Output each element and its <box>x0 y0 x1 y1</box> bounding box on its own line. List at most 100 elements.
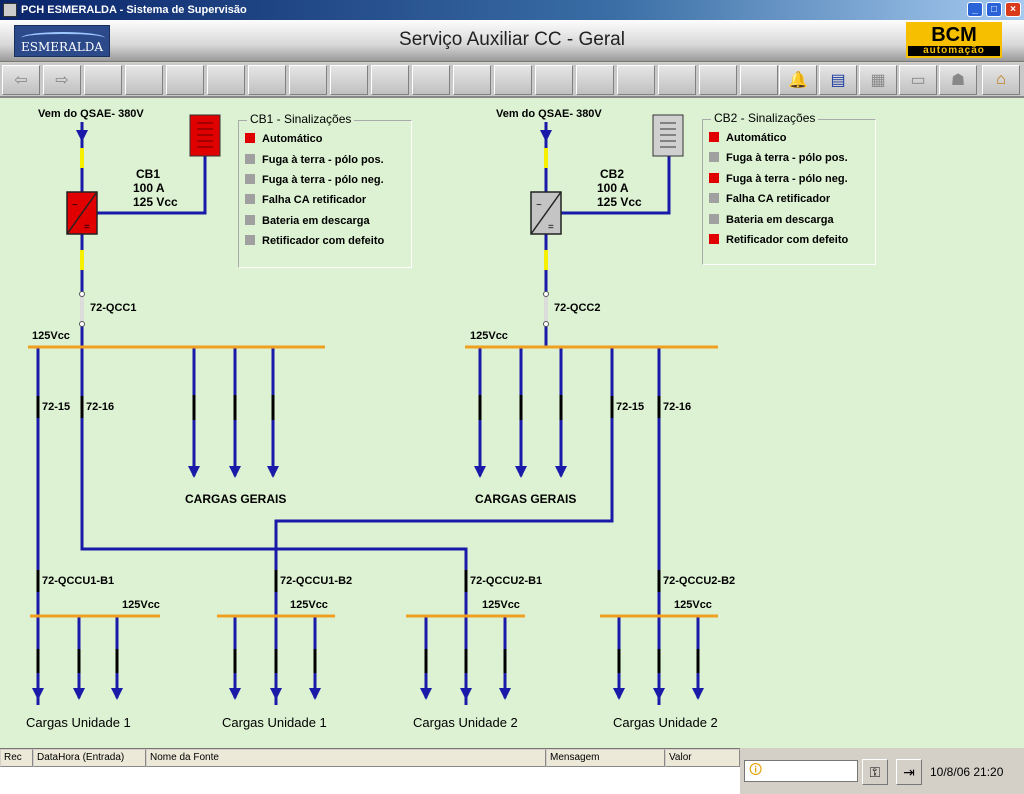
cb2-signal: Fuga à terra - pólo neg. <box>709 173 848 185</box>
toolbar-slot-2[interactable] <box>125 65 163 95</box>
status-area: 🛈 ⚿ ⇥ 10/8/06 21:20 <box>740 748 1024 794</box>
toolbar-slot-10[interactable] <box>453 65 491 95</box>
unit-2a-bus: 125Vcc <box>482 599 520 611</box>
column-header-mensagem[interactable]: Mensagem <box>546 749 665 767</box>
cb1-signal: Falha CA retificador <box>245 194 366 206</box>
column-header-fonte[interactable]: Nome da Fonte <box>146 749 546 767</box>
key-icon[interactable]: ⚿ <box>862 759 888 785</box>
status-input[interactable]: 🛈 <box>744 760 858 782</box>
unit-1a-loads: Cargas Unidade 1 <box>26 715 131 730</box>
cb2-signal: Retificador com defeito <box>709 234 848 246</box>
toolbar-slot-16[interactable] <box>699 65 737 95</box>
app-icon <box>3 3 17 17</box>
cb2-signals-panel: CB2 - Sinalizações Automático Fuga à ter… <box>702 111 876 265</box>
cb1-signal: Bateria em descarga <box>245 215 370 227</box>
cb2-cargas-gerais: CARGAS GERAIS <box>475 492 577 506</box>
svg-text:~: ~ <box>72 200 78 211</box>
toolbar-slot-6[interactable] <box>289 65 327 95</box>
cb1-current: 100 A <box>133 181 165 195</box>
cb1-signals-title: CB1 - Sinalizações <box>247 112 355 126</box>
unit-2a-loads: Cargas Unidade 2 <box>413 715 518 730</box>
toolbar-slot-5[interactable] <box>248 65 286 95</box>
cb1-charger-label: CB1 <box>136 167 161 181</box>
forward-arrow-icon[interactable]: ⇨ <box>43 65 81 95</box>
unit-1b-bus: 125Vcc <box>290 599 328 611</box>
svg-text:=: = <box>548 222 554 233</box>
cb1-cargas-gerais: CARGAS GERAIS <box>185 492 287 506</box>
toolbar-slot-14[interactable] <box>617 65 655 95</box>
diagram-canvas: ~ = ~ = Vem do QSAE- 380V CB1 100 A 125 … <box>0 98 1024 748</box>
cb2-signal: Fuga à terra - pólo pos. <box>709 152 848 164</box>
unit-1b-loads: Cargas Unidade 1 <box>222 715 327 730</box>
maximize-button[interactable]: □ <box>986 2 1002 17</box>
logout-icon[interactable]: ⇥ <box>896 759 922 785</box>
column-header-datahora[interactable]: DataHora (Entrada) <box>33 749 146 767</box>
cb1-bus-label: 125Vcc <box>32 330 70 342</box>
toolbar-slot-7[interactable] <box>330 65 368 95</box>
toolbar-slot-12[interactable] <box>535 65 573 95</box>
cb1-charger-icon: ~ = <box>66 191 98 235</box>
svg-text:~: ~ <box>536 200 542 211</box>
event-list[interactable]: Rec DataHora (Entrada) Nome da Fonte Men… <box>0 748 740 794</box>
alarm-indicator-icon <box>709 173 719 183</box>
cb2-current: 100 A <box>597 181 629 195</box>
normal-indicator-icon <box>245 194 255 204</box>
unit-1a-bus: 125Vcc <box>122 599 160 611</box>
home-icon[interactable]: ⌂ <box>982 65 1020 95</box>
user-icon: 🛈 <box>749 762 763 777</box>
cb1-feeder-72-16: 72-16 <box>86 401 115 413</box>
toolbar-slot-9[interactable] <box>412 65 450 95</box>
back-arrow-icon[interactable]: ⇦ <box>2 65 40 95</box>
users-icon[interactable]: ☗ <box>939 65 977 95</box>
cb2-panel-icon <box>652 114 684 157</box>
toolbar-slot-13[interactable] <box>576 65 614 95</box>
page-title: Serviço Auxiliar CC - Geral <box>399 29 625 50</box>
toolbar-slot-1[interactable] <box>84 65 122 95</box>
unit-2b-loads: Cargas Unidade 2 <box>613 715 718 730</box>
window-icon[interactable]: ▭ <box>899 65 937 95</box>
cb2-signal: Bateria em descarga <box>709 214 834 226</box>
normal-indicator-icon <box>709 214 719 224</box>
toolbar-slot-17[interactable] <box>740 65 778 95</box>
cb1-signal: Retificador com defeito <box>245 235 384 247</box>
unit-2b-breaker: 72-QCCU2-B2 <box>663 575 736 587</box>
toolbar-slot-8[interactable] <box>371 65 409 95</box>
unit-1a-breaker: 72-QCCU1-B1 <box>42 575 115 587</box>
unit-1b-breaker: 72-QCCU1-B2 <box>280 575 353 587</box>
alarm-indicator-icon <box>709 234 719 244</box>
cb2-charger-icon: ~ = <box>530 191 562 235</box>
cb2-charger-label: CB2 <box>600 167 625 181</box>
bcm-logo: BCM automação <box>906 22 1002 58</box>
svg-text:=: = <box>84 222 90 233</box>
window-title: PCH ESMERALDA - Sistema de Supervisão <box>21 4 247 16</box>
cb2-source-label: Vem do QSAE- 380V <box>496 108 602 120</box>
normal-indicator-icon <box>709 152 719 162</box>
toolbar-slot-3[interactable] <box>166 65 204 95</box>
normal-indicator-icon <box>245 215 255 225</box>
close-button[interactable]: × <box>1005 2 1021 17</box>
column-header-valor[interactable]: Valor <box>665 749 740 767</box>
cb2-signal: Falha CA retificador <box>709 193 830 205</box>
cb2-feeder-72-15: 72-15 <box>616 401 645 413</box>
column-header-rec[interactable]: Rec <box>0 749 33 767</box>
toolbar-slot-15[interactable] <box>658 65 696 95</box>
grid-icon[interactable]: ▦ <box>859 65 897 95</box>
toolbar-slot-4[interactable] <box>207 65 245 95</box>
cb1-signal: Fuga à terra - pólo neg. <box>245 174 384 186</box>
toolbar: ⇦ ⇨ 🔔 ▤ ▦ ▭ ☗ ⌂ <box>0 63 1024 98</box>
cb2-breaker-label: 72-QCC2 <box>554 302 601 314</box>
cb1-signal: Automático <box>245 133 323 145</box>
cb1-source-label: Vem do QSAE- 380V <box>38 108 144 120</box>
cb2-signal: Automático <box>709 132 787 144</box>
bell-icon[interactable]: 🔔 <box>779 65 817 95</box>
toolbar-slot-11[interactable] <box>494 65 532 95</box>
list-icon[interactable]: ▤ <box>819 65 857 95</box>
cb1-signals-panel: CB1 - Sinalizações Automático Fuga à ter… <box>238 112 412 268</box>
cb2-voltage: 125 Vcc <box>597 195 642 209</box>
cb1-feeder-72-15: 72-15 <box>42 401 71 413</box>
minimize-button[interactable]: _ <box>967 2 983 17</box>
cb1-source-arrow <box>76 130 88 142</box>
normal-indicator-icon <box>245 235 255 245</box>
cb1-signal: Fuga à terra - pólo pos. <box>245 154 384 166</box>
cb2-source-arrow <box>540 130 552 142</box>
